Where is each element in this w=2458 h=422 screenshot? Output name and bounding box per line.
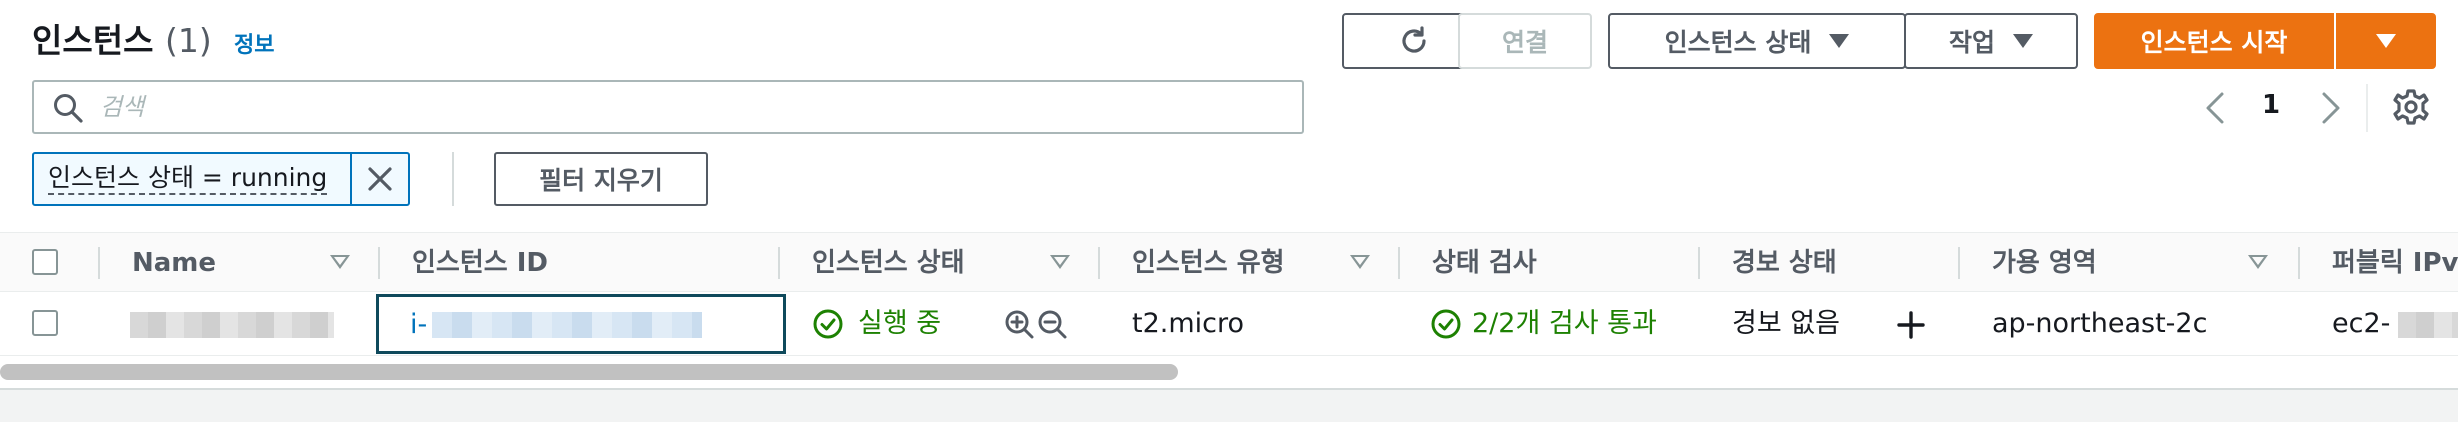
table-header: Name 인스턴스 ID 인스턴스 상태 인스턴스 유형 상태 검사 경보 상태… <box>0 232 2458 292</box>
search-bar[interactable] <box>32 80 1304 134</box>
redacted-instance-id <box>432 312 702 338</box>
status-check-value: 2/2개 검사 통과 <box>1472 308 1657 339</box>
filter-token-remove[interactable] <box>350 154 408 204</box>
launch-instance-label: 인스턴스 시작 <box>2140 28 2288 57</box>
select-all-checkbox[interactable] <box>32 249 58 275</box>
gear-icon[interactable] <box>2390 86 2432 128</box>
instance-count: (1) <box>164 21 212 60</box>
clear-filters-button[interactable]: 필터 지우기 <box>494 152 708 206</box>
connect-button[interactable]: 연결 <box>1458 13 1592 69</box>
status-check-cell: 2/2개 검사 통과 <box>1430 306 1657 342</box>
caret-down-icon <box>1829 34 1850 48</box>
instance-state-value: 실행 중 <box>858 308 942 339</box>
chevron-left-icon[interactable] <box>2200 88 2230 128</box>
column-divider[interactable] <box>1958 247 1960 279</box>
column-header-instance-state[interactable]: 인스턴스 상태 <box>812 245 965 281</box>
sort-icon[interactable] <box>330 255 350 269</box>
zoom-in-icon <box>1005 310 1034 339</box>
search-input[interactable] <box>100 88 1280 126</box>
zoom-in-out-icons[interactable] <box>1004 308 1072 342</box>
page-title: 인스턴스 (1) <box>32 14 212 62</box>
zoom-out-icon <box>1038 310 1067 339</box>
sort-icon[interactable] <box>1350 255 1370 269</box>
alarm-status-value: 경보 없음 <box>1732 308 1840 339</box>
column-header-alarm-status[interactable]: 경보 상태 <box>1732 245 1837 281</box>
refresh-icon <box>1402 26 1426 53</box>
column-divider[interactable] <box>1098 247 1100 279</box>
column-divider[interactable] <box>778 247 780 279</box>
column-header-availability-zone[interactable]: 가용 영역 <box>1992 245 2097 281</box>
instance-id-link[interactable]: i- <box>410 307 427 343</box>
column-divider[interactable] <box>2298 247 2300 279</box>
current-page[interactable]: 1 <box>2262 90 2280 120</box>
column-header-instance-id[interactable]: 인스턴스 ID <box>412 245 548 281</box>
caret-down-icon <box>2013 34 2033 48</box>
filter-token-label[interactable]: 인스턴스 상태 = running <box>34 154 350 204</box>
actions-button[interactable]: 작업 <box>1904 13 2078 69</box>
instance-state-cell: 실행 중 <box>812 306 941 342</box>
check-circle-icon <box>813 309 843 339</box>
filter-divider <box>452 152 454 206</box>
filter-token-text: 인스턴스 상태 = running <box>48 163 328 195</box>
row-checkbox[interactable] <box>32 310 58 336</box>
check-circle-icon <box>1431 309 1461 339</box>
column-divider[interactable] <box>378 247 380 279</box>
filter-token[interactable]: 인스턴스 상태 = running <box>32 152 410 206</box>
page-title-text: 인스턴스 <box>32 21 154 60</box>
instance-type-value: t2.micro <box>1132 308 1245 339</box>
pager-divider <box>2366 84 2368 132</box>
launch-instance-dropdown[interactable] <box>2336 13 2436 69</box>
connect-label: 연결 <box>1501 28 1548 57</box>
plus-icon[interactable] <box>1896 310 1926 340</box>
redacted-public-ipv4 <box>2398 312 2458 338</box>
column-divider <box>98 247 100 279</box>
table-row[interactable]: 실행 중 t2.micro 2/2개 검사 통과 경보 없음 ap-northe… <box>0 292 2458 356</box>
public-ipv4-value: ec2- <box>2332 308 2391 339</box>
close-icon <box>368 167 392 191</box>
availability-zone-value: ap-northeast-2c <box>1992 308 2208 339</box>
column-header-public-ipv4[interactable]: 퍼블릭 IPv4 <box>2332 245 2458 281</box>
search-icon <box>54 94 83 123</box>
column-header-instance-type[interactable]: 인스턴스 유형 <box>1132 245 1285 281</box>
scrollbar-thumb[interactable] <box>0 364 1178 380</box>
column-header-name[interactable]: Name <box>132 245 216 281</box>
launch-instance-button[interactable]: 인스턴스 시작 <box>2094 13 2334 69</box>
sort-icon[interactable] <box>2248 255 2268 269</box>
instance-state-label: 인스턴스 상태 <box>1664 28 1812 57</box>
column-divider[interactable] <box>1698 247 1700 279</box>
column-header-status-check[interactable]: 상태 검사 <box>1432 245 1537 281</box>
caret-down-icon <box>2376 34 2396 48</box>
chevron-right-icon[interactable] <box>2316 88 2346 128</box>
sort-icon[interactable] <box>1050 255 1070 269</box>
column-divider[interactable] <box>1398 247 1400 279</box>
info-link[interactable]: 정보 <box>234 27 274 59</box>
redacted-name <box>130 312 334 338</box>
actions-label: 작업 <box>1948 28 1995 57</box>
footer-panel-divider <box>0 388 2458 422</box>
instance-state-button[interactable]: 인스턴스 상태 <box>1608 13 1906 69</box>
